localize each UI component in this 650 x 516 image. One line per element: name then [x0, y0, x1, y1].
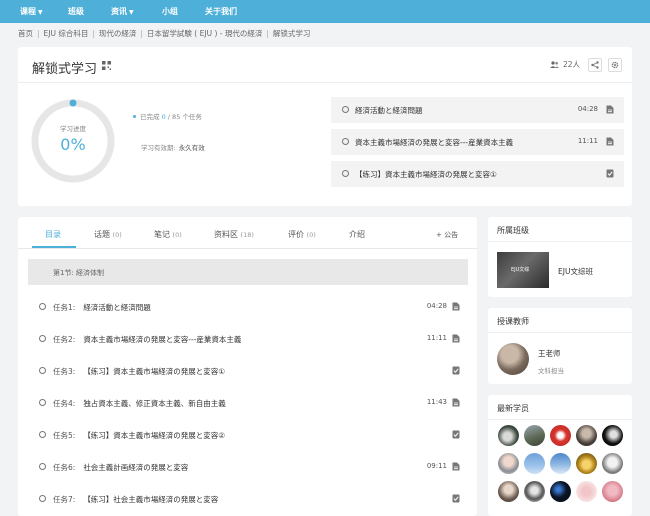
- task-item[interactable]: 任务3: 【练习】資本主義市場経済の発展と変容①: [28, 364, 468, 384]
- progress-label: 学习进度: [60, 125, 86, 133]
- nav-item-classes[interactable]: 班级: [68, 6, 84, 17]
- tab-catalog[interactable]: 目录: [45, 229, 61, 240]
- checkbox-icon: [452, 494, 460, 503]
- top-nav: 课程 ▼ 班级 资讯 ▼ 小组 关于我们: [0, 0, 650, 23]
- task-item[interactable]: 任务5: 【练习】資本主義市場経済の発展と変容②: [28, 428, 468, 448]
- student-avatar[interactable]: [550, 481, 571, 502]
- header-task-item[interactable]: 資本主義市場経済の発展と変容---産業資本主義 11:11: [331, 129, 624, 155]
- teacher-panel: 授课教师 王老师 文科担当: [488, 308, 632, 384]
- teacher-role: 文科担当: [538, 367, 564, 375]
- student-avatar[interactable]: [498, 425, 519, 446]
- share-icon: [591, 61, 599, 69]
- section-header[interactable]: 第1节: 経済体制: [28, 259, 468, 285]
- tab-notes[interactable]: 笔记 (0): [154, 229, 182, 240]
- status-circle-icon: [39, 399, 46, 406]
- qr-code-icon[interactable]: [102, 61, 111, 70]
- breadcrumb-home[interactable]: 首页: [18, 29, 33, 38]
- class-panel: 所属班级 EJU文综 EJU文综班: [488, 217, 632, 297]
- student-avatar[interactable]: [576, 481, 597, 502]
- student-avatar[interactable]: [550, 425, 571, 446]
- student-avatar[interactable]: [524, 425, 545, 446]
- checkbox-icon: [452, 366, 460, 375]
- avatar[interactable]: [497, 343, 529, 375]
- header-divider: [18, 82, 632, 83]
- task-item[interactable]: 任务4: 独占資本主義、修正資本主義、新自由主義 11:43: [28, 396, 468, 416]
- breadcrumb-course[interactable]: 日本留学試験 ( EJU ) - 現代の経済: [147, 29, 262, 38]
- student-avatar[interactable]: [602, 425, 623, 446]
- announcement-button[interactable]: + 公告: [436, 230, 458, 240]
- status-circle-icon: [39, 495, 46, 502]
- course-title: 解锁式学习: [32, 62, 98, 77]
- student-avatar[interactable]: [524, 453, 545, 474]
- tab-materials[interactable]: 资料区 (18): [214, 229, 254, 240]
- status-circle-icon: [39, 463, 46, 470]
- task-item[interactable]: 任务1: 経済活動と経済問題 04:28: [28, 300, 468, 320]
- tab-bar: 目录 话题 (0) 笔记 (0) 资料区 (18) 评价 (0) 介绍 + 公告: [18, 217, 477, 249]
- status-circle-icon: [342, 138, 349, 145]
- checkbox-icon: [606, 169, 614, 178]
- student-avatar[interactable]: [498, 481, 519, 502]
- breadcrumb-current: 解锁式学习: [272, 29, 311, 38]
- active-tab-indicator: [32, 246, 76, 248]
- task-item[interactable]: 任务2: 資本主義市場経済の発展と変容---産業資本主義 11:11: [28, 332, 468, 352]
- status-circle-icon: [39, 367, 46, 374]
- breadcrumb-category[interactable]: EJU 综合科目: [44, 29, 89, 38]
- tab-intro[interactable]: 介绍: [349, 229, 365, 240]
- student-avatar[interactable]: [602, 481, 623, 502]
- tab-reviews[interactable]: 评价 (0): [288, 229, 316, 240]
- document-icon: [452, 302, 460, 311]
- student-avatar[interactable]: [602, 453, 623, 474]
- completed-tasks: 已完成 0 / 85 个任务: [133, 111, 202, 121]
- teacher-name[interactable]: 王老师: [538, 348, 561, 359]
- breadcrumb-subject[interactable]: 现代の経済: [99, 29, 137, 38]
- document-icon: [452, 398, 460, 407]
- students-panel-title: 最新学员: [497, 404, 529, 413]
- tab-topics[interactable]: 话题 (0): [94, 229, 122, 240]
- chevron-down-icon: ▼: [129, 9, 134, 16]
- progress-marker: [69, 99, 77, 107]
- settings-button[interactable]: [608, 58, 622, 72]
- header-task-item[interactable]: 【练习】資本主義市場経済の発展と変容①: [331, 161, 624, 187]
- document-icon: [452, 334, 460, 343]
- member-count[interactable]: 22人: [550, 59, 580, 70]
- student-avatar[interactable]: [524, 481, 545, 502]
- course-header-card: 解锁式学习 22人 学习进度 0% 已完成 0 / 85 个任务 学习有效期: 永…: [18, 47, 632, 206]
- document-icon: [606, 105, 614, 114]
- nav-item-news[interactable]: 资讯 ▼: [111, 6, 134, 17]
- status-circle-icon: [342, 170, 349, 177]
- progress-value: 0%: [60, 135, 86, 154]
- validity-info: 学习有效期: 永久有效: [141, 144, 205, 152]
- student-avatar[interactable]: [576, 453, 597, 474]
- task-item[interactable]: 任务6: 社会主義計画経済の発展と変容 09:11: [28, 460, 468, 480]
- nav-item-courses[interactable]: 课程 ▼: [20, 6, 43, 17]
- status-circle-icon: [39, 335, 46, 342]
- teacher-panel-title: 授课教师: [497, 317, 529, 326]
- class-panel-title: 所属班级: [497, 226, 529, 235]
- gear-icon: [611, 61, 619, 69]
- class-thumbnail[interactable]: EJU文综: [497, 252, 549, 288]
- student-avatar[interactable]: [498, 453, 519, 474]
- class-name[interactable]: EJU文综班: [558, 266, 593, 277]
- checkbox-icon: [452, 430, 460, 439]
- document-icon: [606, 137, 614, 146]
- status-circle-icon: [39, 431, 46, 438]
- course-content-card: 目录 话题 (0) 笔记 (0) 资料区 (18) 评价 (0) 介绍 + 公告…: [18, 217, 477, 516]
- share-button[interactable]: [588, 58, 602, 72]
- nav-item-groups[interactable]: 小组: [162, 6, 178, 17]
- chevron-down-icon: ▼: [38, 9, 43, 16]
- header-task-item[interactable]: 経済活動と経済問題 04:28: [331, 97, 624, 123]
- status-circle-icon: [39, 303, 46, 310]
- users-icon: [550, 61, 559, 68]
- document-icon: [452, 462, 460, 471]
- student-avatar[interactable]: [576, 425, 597, 446]
- student-avatar[interactable]: [550, 453, 571, 474]
- status-circle-icon: [342, 106, 349, 113]
- task-item[interactable]: 任务7: 【练习】社会主義市場経済の発展と変容: [28, 492, 468, 512]
- breadcrumb: 首页 | EJU 综合科目 | 现代の経済 | 日本留学試験 ( EJU ) - 現代の経済…: [18, 29, 311, 38]
- students-panel: 最新学员: [488, 395, 632, 516]
- nav-item-about[interactable]: 关于我们: [205, 6, 237, 17]
